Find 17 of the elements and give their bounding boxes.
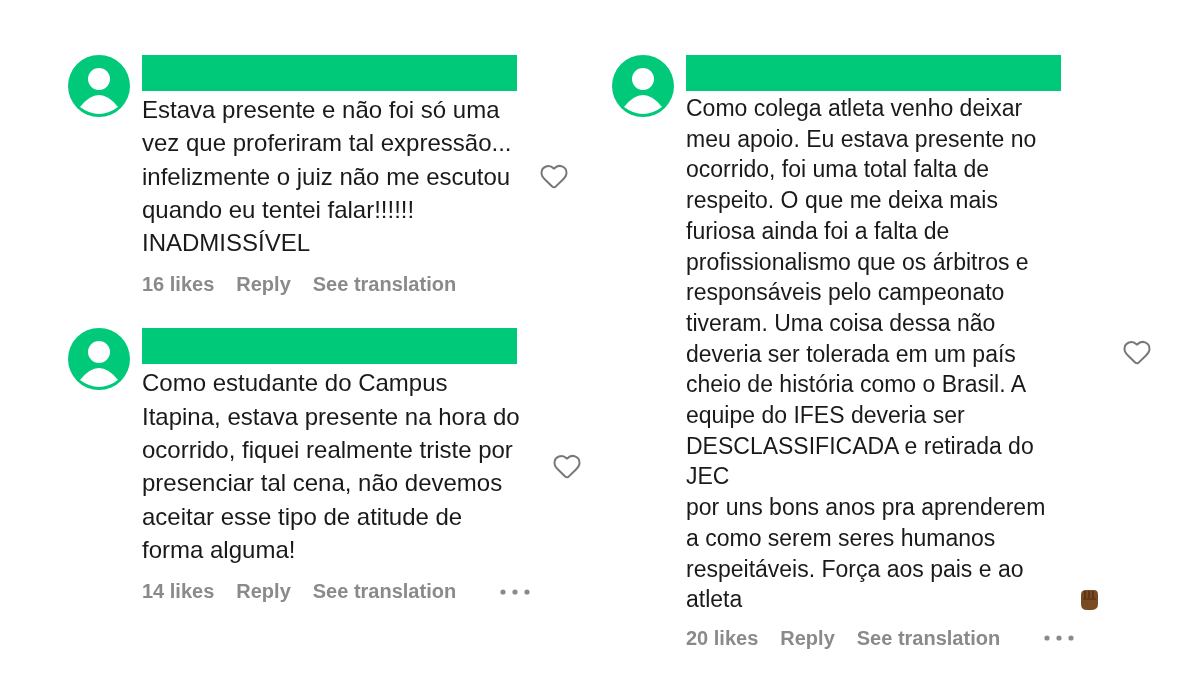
- translation-link[interactable]: See translation: [856, 626, 1001, 650]
- reply-link[interactable]: Reply: [236, 580, 291, 604]
- reply-link[interactable]: Reply: [780, 626, 835, 650]
- more-icon[interactable]: [500, 588, 531, 595]
- comment-text: Estava presente e não foi só uma vez que proferiram tal expressão... infelizmente o juiz não me escutou quando eu tentei falar!!!!!! INADMISSÍVEL: [142, 95, 512, 259]
- comment-text: Como estudante do Campus Itapina, estava presente na hora do ocorrido, fiquei realmente triste por presenciar tal cena, não devemos aceitar esse tipo de atitude de forma alguma!: [142, 368, 520, 565]
- avatar-icon: [68, 328, 130, 391]
- likes-count: 20 likes: [686, 626, 759, 650]
- more-icon[interactable]: [1044, 635, 1075, 642]
- translation-link[interactable]: See translation: [312, 580, 457, 604]
- translation-link[interactable]: See translation: [312, 273, 457, 297]
- avatar-icon: [68, 55, 130, 117]
- likes-count: 14 likes: [142, 580, 215, 604]
- likes-count: 16 likes: [142, 273, 215, 297]
- comment-text: Como colega atleta venho deixar meu apoio. Eu estava presente no ocorrido, foi uma total falta de respeito. O que me deixa mais furiosa ainda foi a falta de profissionalismo que os árbitros e responsáveis pelo campeonato tiveram. Uma coisa dessa não deveria ser tolerada em um país cheio de história como o Brasil. A equipe do IFES deveria ser DESCLASSIFICADA e retirada do JEC por uns bons anos pra aprenderem a como serem seres humanos respeitáveis. Força aos pais e ao atleta: [686, 94, 1047, 615]
- avatar-icon: [612, 55, 674, 117]
- reply-link[interactable]: Reply: [236, 273, 291, 297]
